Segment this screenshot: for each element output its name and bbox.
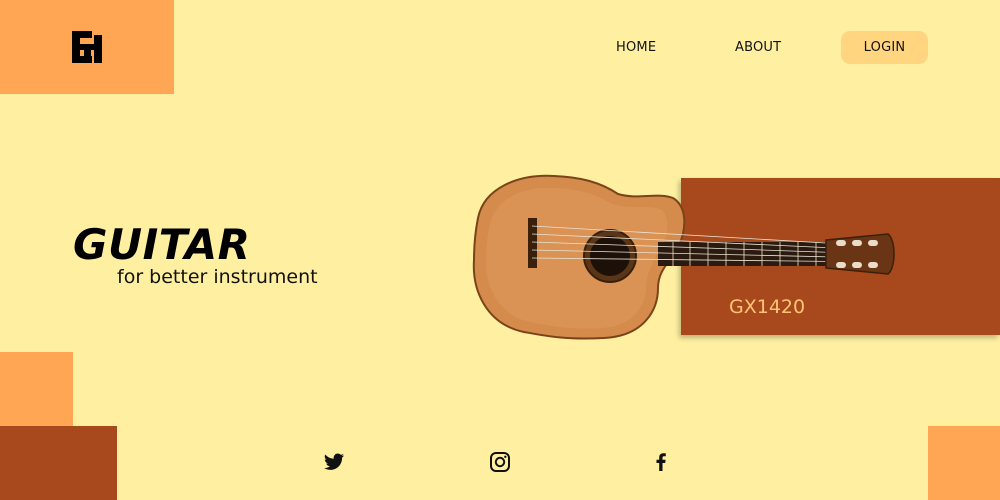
decor-block-orange-left	[0, 352, 73, 426]
facebook-icon[interactable]	[649, 450, 673, 474]
instagram-icon[interactable]	[488, 450, 512, 474]
hero-subtitle: for better instrument	[117, 266, 318, 288]
twitter-icon[interactable]	[322, 450, 346, 474]
decor-block-orange-right	[928, 426, 1000, 500]
decor-block-brown-left	[0, 426, 117, 500]
guitar-image	[472, 174, 895, 340]
nav-home-link[interactable]: HOME	[616, 31, 656, 64]
hero-title: GUITAR	[73, 220, 251, 269]
login-button[interactable]: LOGIN	[841, 31, 928, 64]
nav-about-link[interactable]: ABOUT	[735, 31, 781, 64]
main-nav: HOME ABOUT LOGIN	[0, 31, 1000, 64]
